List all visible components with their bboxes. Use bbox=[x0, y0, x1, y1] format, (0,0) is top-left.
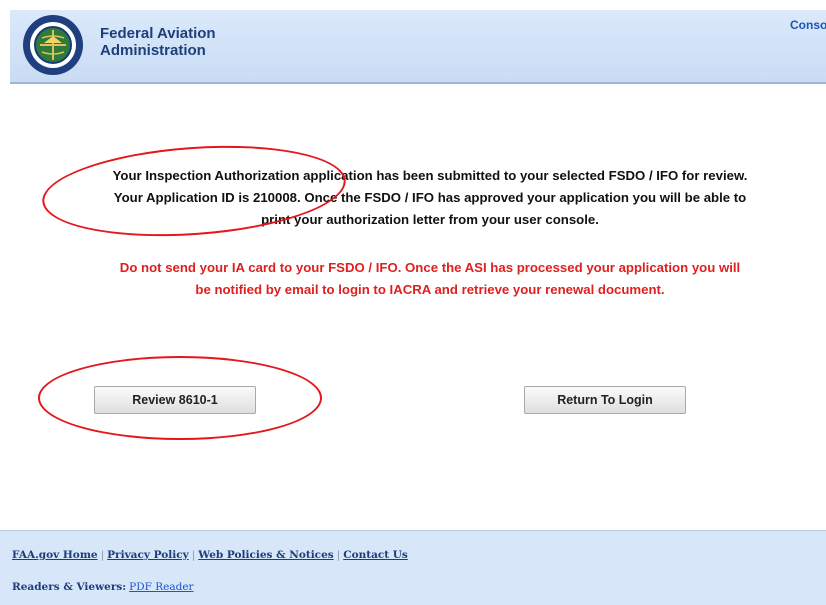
footer-links: FAA.gov Home | Privacy Policy | Web Policies… bbox=[12, 549, 408, 561]
faa-seal-icon bbox=[23, 15, 83, 75]
footer-link-faa-home[interactable]: FAA.gov Home bbox=[12, 549, 98, 561]
footer-link-web-policies[interactable]: Web Policies & Notices bbox=[198, 549, 333, 561]
site-footer: FAA.gov Home | Privacy Policy | Web Policies… bbox=[0, 530, 826, 605]
site-header: Federal Aviation Administration Console bbox=[10, 10, 826, 84]
footer-separator: | bbox=[191, 549, 196, 561]
footer-separator: | bbox=[336, 549, 341, 561]
warning-line-2: be notified by email to login to IACRA a… bbox=[195, 282, 665, 297]
warning-message: Do not send your IA card to your FSDO / … bbox=[60, 257, 800, 301]
pdf-reader-link[interactable]: PDF Reader bbox=[129, 581, 193, 593]
review-8610-1-button[interactable]: Review 8610-1 bbox=[94, 386, 256, 414]
footer-link-privacy-policy[interactable]: Privacy Policy bbox=[107, 549, 189, 561]
confirmation-line-3: print your authorization letter from you… bbox=[261, 212, 599, 227]
confirmation-line-1: Your Inspection Authorization applicatio… bbox=[112, 168, 748, 183]
readers-viewers: Readers & Viewers: PDF Reader bbox=[12, 581, 194, 593]
footer-link-contact-us[interactable]: Contact Us bbox=[343, 549, 408, 561]
console-link[interactable]: Console bbox=[790, 18, 826, 32]
footer-separator: | bbox=[100, 549, 105, 561]
agency-name: Federal Aviation Administration bbox=[100, 25, 216, 59]
readers-label: Readers & Viewers: bbox=[12, 581, 127, 593]
warning-line-1: Do not send your IA card to your FSDO / … bbox=[119, 260, 741, 275]
confirmation-line-2: Your Application ID is 210008. Once the … bbox=[113, 190, 747, 205]
return-to-login-button[interactable]: Return To Login bbox=[524, 386, 686, 414]
agency-name-line2: Administration bbox=[100, 42, 206, 59]
confirmation-message: Your Inspection Authorization applicatio… bbox=[60, 165, 800, 231]
agency-name-line1: Federal Aviation bbox=[100, 25, 216, 42]
